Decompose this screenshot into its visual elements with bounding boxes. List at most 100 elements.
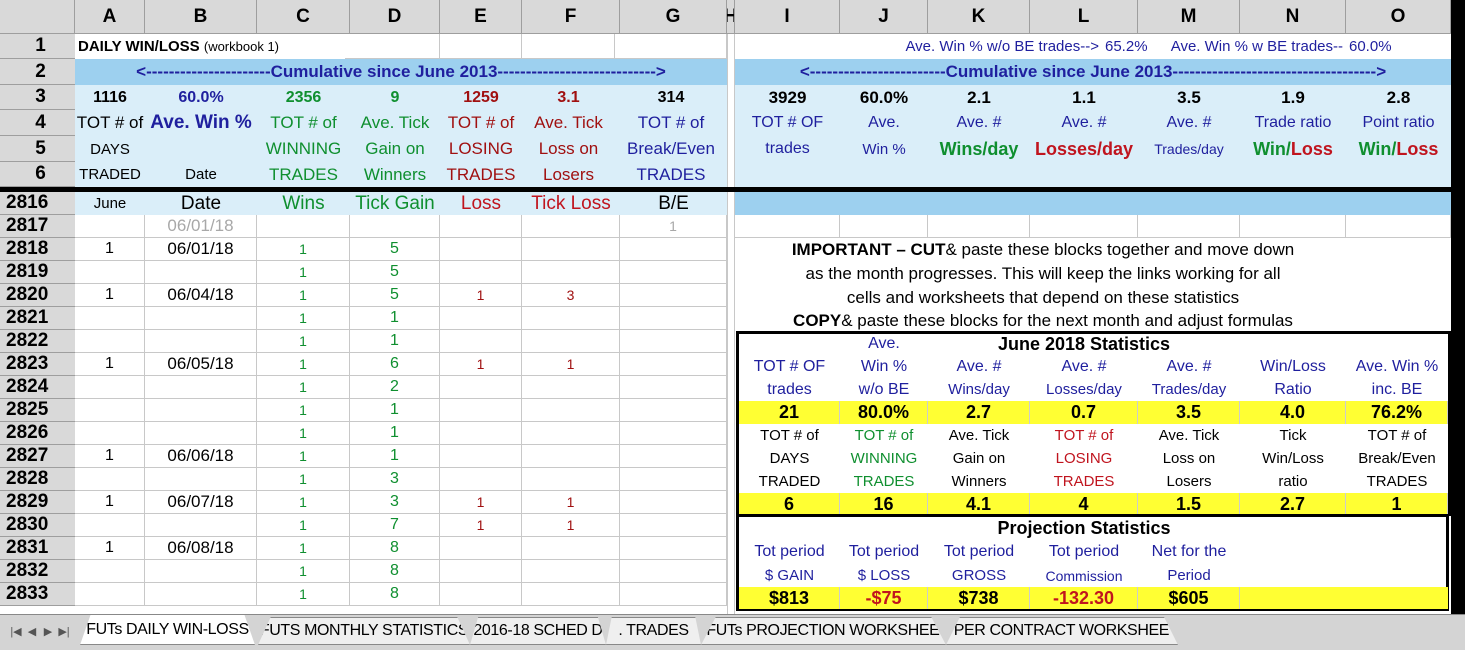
proj-h1-2[interactable]: Tot period (928, 540, 1030, 563)
cell-d-2833[interactable]: 8 (350, 583, 440, 606)
cell-h1[interactable] (615, 34, 727, 59)
column-header-g[interactable]: G (620, 0, 727, 34)
column-header-e[interactable]: E (440, 0, 522, 34)
cell-g-2821[interactable] (620, 307, 727, 330)
june-g3-5[interactable]: ratio (1240, 470, 1346, 493)
tab-2[interactable]: 2016-18 SCHED D (470, 617, 606, 645)
row-header-2830[interactable]: 2830 (0, 514, 75, 537)
row-header-1[interactable]: 1 (0, 34, 75, 59)
cum-value-6[interactable]: 314 (615, 85, 727, 110)
row-header-2822[interactable]: 2822 (0, 330, 75, 353)
june-h2-4[interactable]: Trades/day (1138, 378, 1240, 401)
row-header-3[interactable]: 3 (0, 85, 75, 110)
row-header-2817[interactable]: 2817 (0, 215, 75, 238)
cumulative-banner-left[interactable]: <----------------------Cumulative since … (75, 59, 727, 85)
cum-value-3[interactable]: 9 (350, 85, 440, 110)
row-header-2829[interactable]: 2829 (0, 491, 75, 514)
column-header-b[interactable]: B (145, 0, 257, 34)
june-g3-1[interactable]: TRADES (840, 470, 928, 493)
proj-h1-0[interactable]: Tot period (739, 540, 840, 563)
cum-value-1[interactable]: 60.0% (145, 85, 257, 110)
cum-value-4[interactable]: 1259 (440, 85, 522, 110)
cum-header-r5-1[interactable] (145, 136, 257, 162)
cell-f-2822[interactable] (522, 330, 620, 353)
cum-right-trades[interactable]: trades (735, 136, 840, 162)
cell-c-2828[interactable]: 1 (257, 468, 350, 491)
row-header-5[interactable]: 5 (0, 136, 75, 162)
cell-g-2822[interactable] (620, 330, 727, 353)
cell-b-2825[interactable] (145, 399, 257, 422)
tab-1[interactable]: FUTS MONTHLY STATISTICS (258, 617, 470, 645)
cell-b-2822[interactable] (145, 330, 257, 353)
cell-a-2819[interactable] (75, 261, 145, 284)
wins-header[interactable]: Wins (257, 192, 350, 215)
cell-e-2822[interactable] (440, 330, 522, 353)
row-header-2826[interactable]: 2826 (0, 422, 75, 445)
cell-c-2823[interactable]: 1 (257, 353, 350, 376)
cum-header-r6-1[interactable]: Date (145, 162, 257, 187)
proj-h2-3[interactable]: Commission (1030, 564, 1138, 587)
cell-g-2824[interactable] (620, 376, 727, 399)
cell-f-2832[interactable] (522, 560, 620, 583)
june-v2-4[interactable]: 1.5 (1138, 493, 1240, 515)
proj-h2-1[interactable]: $ LOSS (840, 564, 928, 587)
column-header-o[interactable]: O (1346, 0, 1451, 34)
cell-e-2821[interactable] (440, 307, 522, 330)
june-v1-6[interactable]: 76.2% (1346, 401, 1448, 424)
june-g1-2[interactable]: Ave. Tick (928, 424, 1030, 447)
june-v2-6[interactable]: 1 (1346, 493, 1448, 515)
cell-d-2825[interactable]: 1 (350, 399, 440, 422)
june-g2-6[interactable]: Break/Even (1346, 447, 1448, 470)
cell-g-2828[interactable] (620, 468, 727, 491)
cell-e-2827[interactable] (440, 445, 522, 468)
cell-e-2829[interactable]: 1 (440, 491, 522, 514)
cell-g-2830[interactable] (620, 514, 727, 537)
cell-c-2832[interactable]: 1 (257, 560, 350, 583)
cum-header-r6-4[interactable]: TRADES (440, 162, 522, 187)
cell-g-2823[interactable] (620, 353, 727, 376)
june-g2-4[interactable]: Loss on (1138, 447, 1240, 470)
right-cell-4-0[interactable] (1138, 215, 1240, 238)
row-header-2819[interactable]: 2819 (0, 261, 75, 284)
cum-header-r6-2[interactable]: TRADES (257, 162, 350, 187)
cell-d-2829[interactable]: 3 (350, 491, 440, 514)
cell-d-2821[interactable]: 1 (350, 307, 440, 330)
june-h2-1[interactable]: w/o BE (840, 378, 928, 401)
row-header-2825[interactable]: 2825 (0, 399, 75, 422)
right-cell-5-0[interactable] (1240, 215, 1346, 238)
june-h1-0[interactable]: TOT # OF (739, 355, 840, 378)
ave-win-w-be-value[interactable]: 60.0% (1346, 34, 1451, 59)
cell-e-2817[interactable] (440, 215, 522, 238)
cum-header-r5-0[interactable]: DAYS (75, 136, 145, 162)
row-header-2831[interactable]: 2831 (0, 537, 75, 560)
proj-blank-yellow[interactable] (1240, 587, 1448, 609)
cell-f-2819[interactable] (522, 261, 620, 284)
cum-right-win-pct[interactable]: Win % (840, 136, 928, 162)
row-header-6[interactable]: 6 (0, 162, 75, 187)
cell-c-2826[interactable]: 1 (257, 422, 350, 445)
row-header-2832[interactable]: 2832 (0, 560, 75, 583)
cum-right-point-ratio[interactable]: Win/Loss (1346, 136, 1451, 162)
cell-c-2817[interactable] (257, 215, 350, 238)
cell-c-2818[interactable]: 1 (257, 238, 350, 261)
cum-right-value-4[interactable]: 3.5 (1138, 85, 1240, 110)
cum-header-r6-3[interactable]: Winners (350, 162, 440, 187)
right-cell-2-0[interactable] (928, 215, 1030, 238)
row-header-2816[interactable]: 2816 (0, 192, 75, 215)
june-v1-1[interactable]: 80.0% (840, 401, 928, 424)
june-v2-5[interactable]: 2.7 (1240, 493, 1346, 515)
cell-e-2818[interactable] (440, 238, 522, 261)
june-v1-4[interactable]: 3.5 (1138, 401, 1240, 424)
cum-value-5[interactable]: 3.1 (522, 85, 615, 110)
cell-a-2817[interactable] (75, 215, 145, 238)
june-v2-1[interactable]: 16 (840, 493, 928, 515)
june-g3-2[interactable]: Winners (928, 470, 1030, 493)
cell-b-2830[interactable] (145, 514, 257, 537)
cell-f-2828[interactable] (522, 468, 620, 491)
cum-header-r4-2[interactable]: TOT # of (257, 110, 350, 136)
cell-d-2817[interactable] (350, 215, 440, 238)
cell-a-2821[interactable] (75, 307, 145, 330)
loss-header[interactable]: Loss (440, 192, 522, 215)
cum-right-value-2[interactable]: 2.1 (928, 85, 1030, 110)
cell-g-2833[interactable] (620, 583, 727, 606)
